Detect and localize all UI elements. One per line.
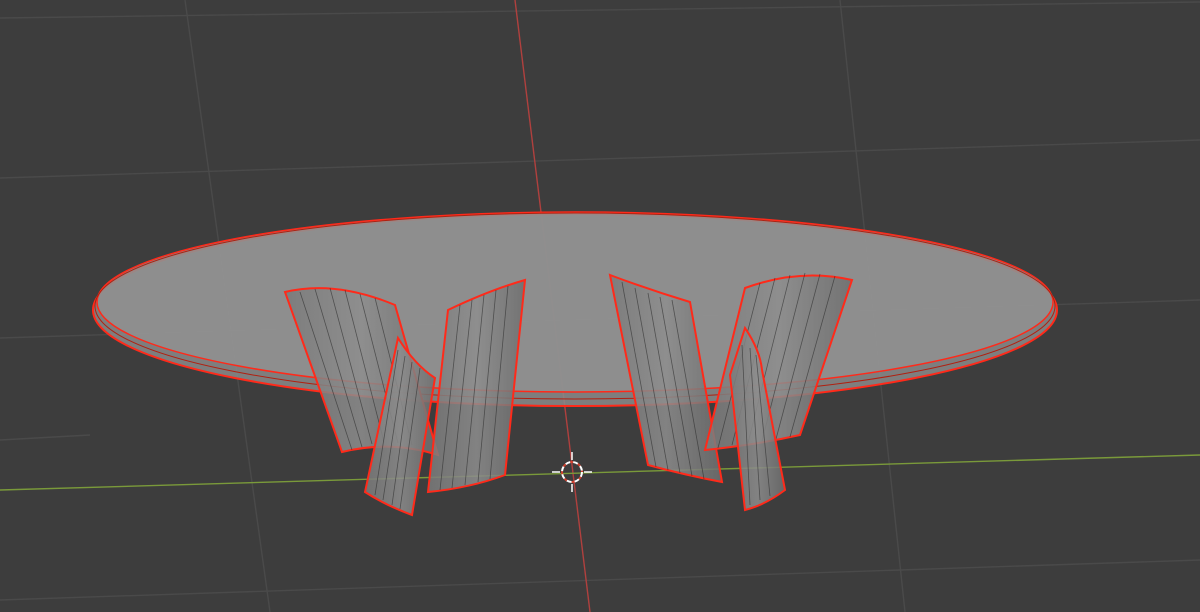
x-axis-line	[0, 454, 1200, 491]
3d-viewport[interactable]	[0, 0, 1200, 612]
viewport-canvas[interactable]	[0, 0, 1200, 612]
3d-cursor-icon[interactable]	[552, 452, 592, 492]
table-top[interactable]	[92, 211, 1058, 407]
